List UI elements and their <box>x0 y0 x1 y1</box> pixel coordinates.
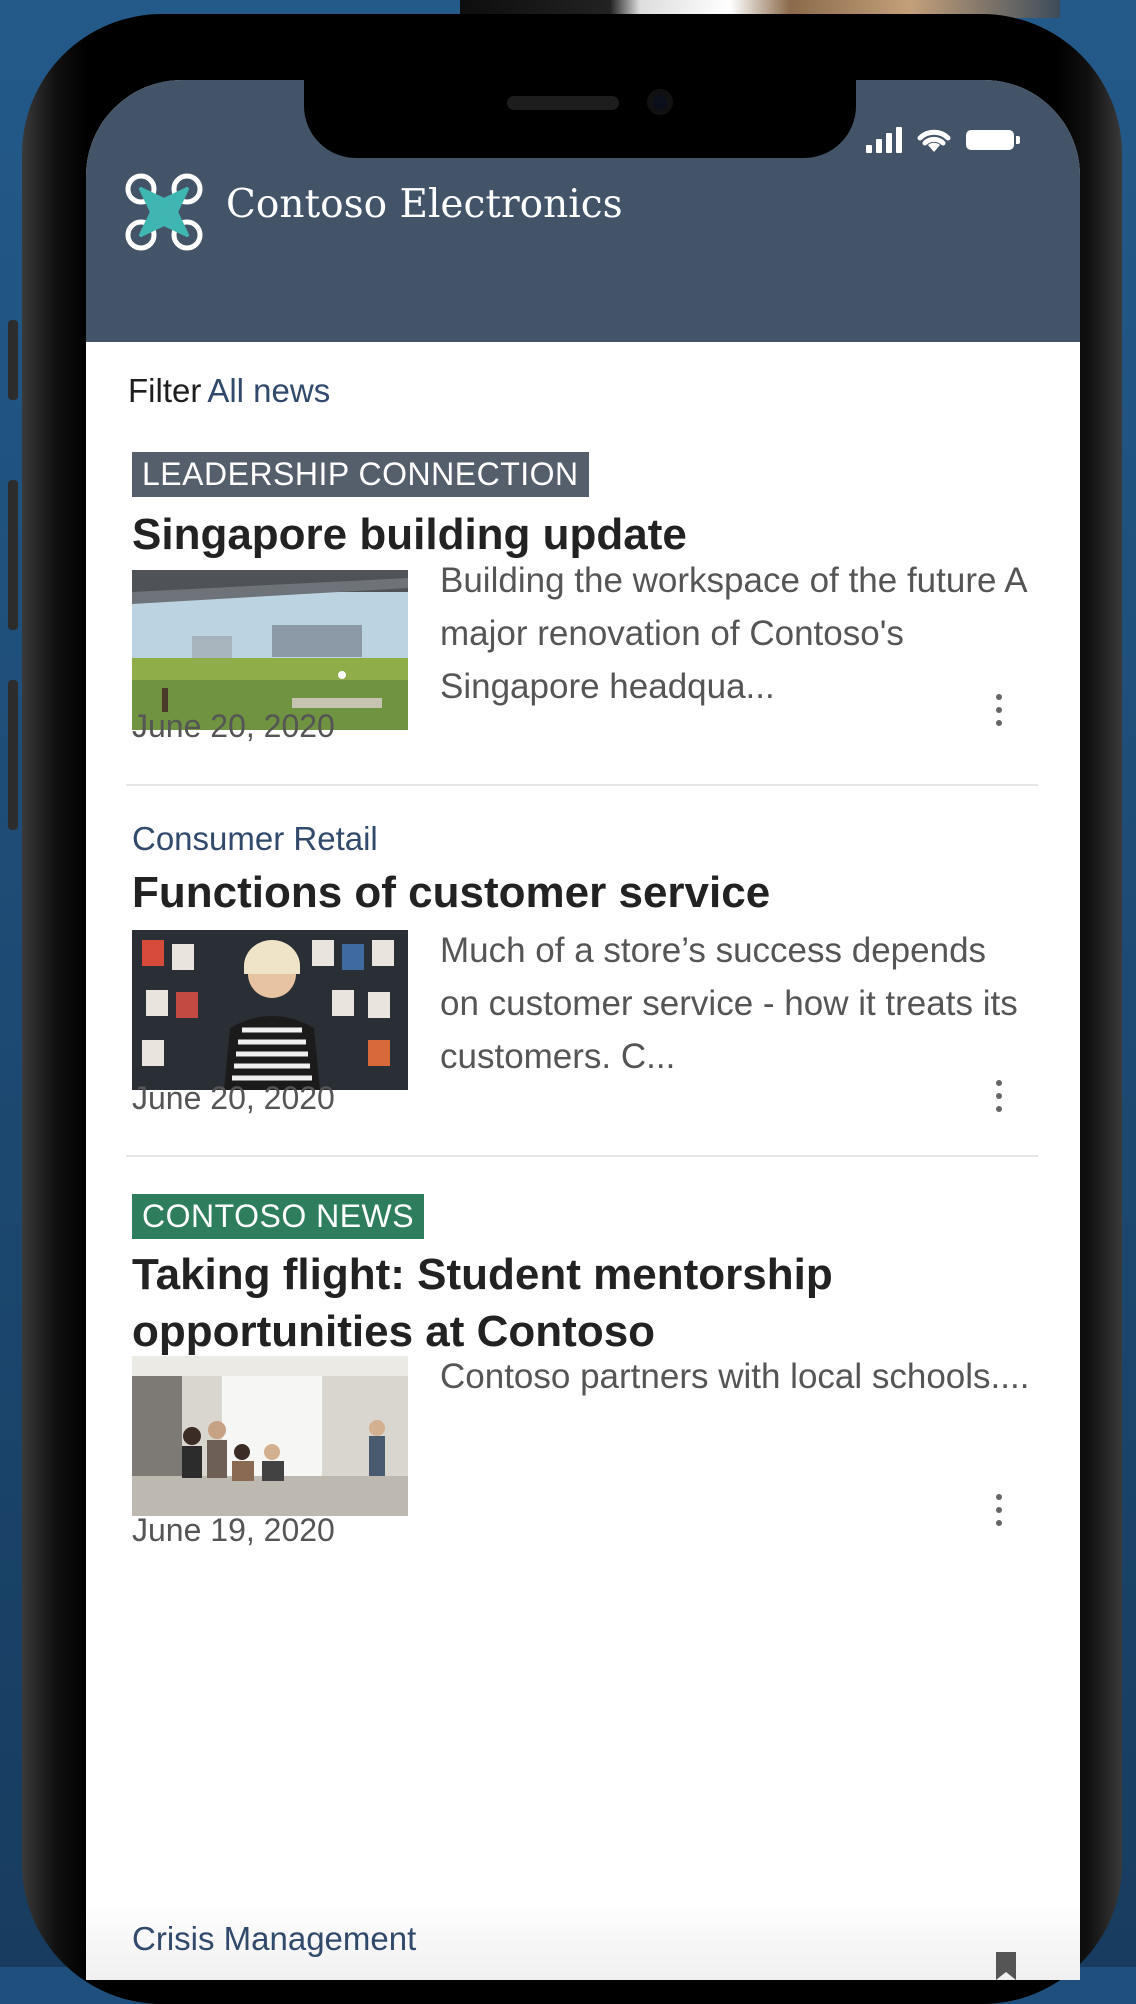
news-filter[interactable]: Filter All news <box>128 372 330 410</box>
article-title[interactable]: Functions of customer service <box>132 864 1012 921</box>
news-card[interactable]: Crisis Management <box>132 1910 1022 1980</box>
app-title: Contoso Electronics <box>226 182 623 227</box>
camera-icon <box>647 89 673 115</box>
wifi-icon <box>917 129 951 152</box>
status-bar <box>866 120 1036 160</box>
article-date: June 20, 2020 <box>132 708 335 744</box>
article-date: June 19, 2020 <box>132 1512 335 1548</box>
signal-icon <box>866 127 902 153</box>
news-card[interactable]: Consumer Retail Functions of customer se… <box>132 820 1022 1120</box>
phone-notch <box>304 80 856 158</box>
filter-label: Filter <box>128 372 202 409</box>
article-excerpt: Building the workspace of the future A m… <box>440 561 1026 706</box>
article-thumbnail[interactable] <box>132 1356 408 1516</box>
card-divider <box>126 1155 1038 1157</box>
more-options-icon[interactable] <box>994 1078 1004 1118</box>
app-screen: Contoso Electronics Filter All news LEADE… <box>86 80 1080 1980</box>
notch-speaker <box>507 96 619 110</box>
filter-value[interactable]: All news <box>207 372 330 409</box>
more-options-icon[interactable] <box>994 692 1004 732</box>
article-excerpt: Contoso partners with local schools.... <box>440 1357 1030 1396</box>
article-title[interactable]: Taking flight: Student mentorship opport… <box>132 1246 1012 1360</box>
article-date: June 20, 2020 <box>132 1080 335 1116</box>
article-tag: LEADERSHIP CONNECTION <box>132 452 589 497</box>
bookmark-icon[interactable] <box>994 1950 1018 1980</box>
more-options-icon[interactable] <box>994 1492 1004 1532</box>
article-excerpt: Much of a store’s success depends on cus… <box>440 931 1018 1076</box>
news-card[interactable]: LEADERSHIP CONNECTION Singapore building… <box>132 452 1026 752</box>
article-thumbnail[interactable] <box>132 570 408 730</box>
article-category: Crisis Management <box>132 1920 417 1957</box>
article-tag: CONTOSO NEWS <box>132 1194 425 1239</box>
news-card[interactable]: CONTOSO NEWS Taking flight: Student ment… <box>132 1194 1029 1554</box>
drone-icon <box>125 173 203 251</box>
battery-icon <box>966 130 1020 150</box>
app-header: Contoso Electronics <box>86 80 1080 342</box>
phone-side-button <box>8 680 18 830</box>
phone-side-button <box>8 320 18 400</box>
article-thumbnail[interactable] <box>132 930 408 1090</box>
card-divider <box>126 784 1038 786</box>
phone-side-button <box>8 480 18 630</box>
article-category: Consumer Retail <box>132 820 378 857</box>
